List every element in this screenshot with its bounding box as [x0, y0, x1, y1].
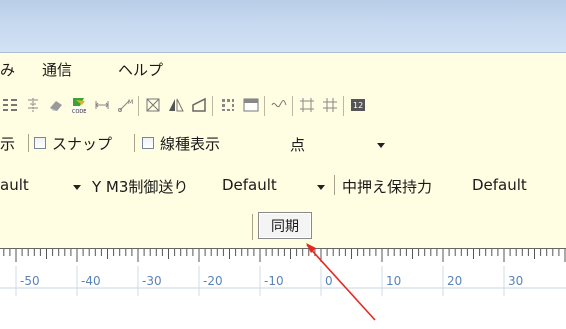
title-bar	[0, 0, 566, 53]
menu-bar: み 通信 ヘルプ	[0, 53, 566, 89]
align-icon[interactable]	[24, 96, 42, 114]
toolbar-separator	[343, 96, 344, 116]
menu-item-communication[interactable]: 通信	[42, 59, 72, 80]
barcode-icon[interactable]: CODE	[70, 96, 88, 114]
menu-item-view[interactable]: み	[0, 59, 15, 80]
separator	[134, 134, 135, 152]
y-m3-feed-value[interactable]: Default	[222, 176, 277, 194]
table-icon[interactable]	[242, 96, 260, 114]
x-param-value[interactable]: ault	[0, 176, 29, 194]
svg-text:12: 12	[353, 101, 363, 110]
svg-text:CODE: CODE	[72, 109, 86, 114]
sync-button[interactable]: 同期	[258, 212, 312, 239]
separator	[252, 214, 253, 240]
toolbar-separator	[212, 96, 213, 116]
ruler-tick-label: -50	[20, 274, 40, 288]
sort-icon[interactable]	[1, 96, 19, 114]
separator	[28, 134, 29, 152]
ruler-tick-label: 0	[325, 274, 333, 288]
linetype-label: 線種表示	[160, 135, 221, 153]
ruler-tick-label: -10	[264, 274, 284, 288]
x-param-chevron-down-icon[interactable]	[73, 185, 81, 190]
y-m3-feed-label: Y M3制御送り	[92, 178, 189, 196]
shape-icon[interactable]	[190, 96, 208, 114]
toolbar-separator	[264, 96, 265, 116]
ruler-tick-label: 20	[447, 274, 462, 288]
hold-force-label: 中押え保持力	[342, 178, 433, 196]
hold-force-value[interactable]: Default	[472, 176, 527, 194]
separator	[334, 175, 335, 195]
eraser-icon[interactable]	[47, 96, 65, 114]
point-select-chevron-down-icon[interactable]	[377, 143, 385, 148]
parameter-bar: ault Y M3制御送り Default 中押え保持力 Default	[0, 162, 566, 208]
toolbar-separator	[138, 96, 139, 116]
snap-grid-icon[interactable]	[298, 96, 316, 114]
mirror-icon[interactable]	[167, 96, 185, 114]
y-m3-feed-chevron-down-icon[interactable]	[317, 185, 325, 190]
wave-icon[interactable]	[270, 96, 288, 114]
coordinate-icon[interactable]: M	[116, 96, 134, 114]
menu-item-help[interactable]: ヘルプ	[118, 59, 163, 80]
svg-text:M: M	[128, 99, 133, 106]
grid-icon[interactable]	[219, 96, 237, 114]
ruler-tick-label: -30	[142, 274, 162, 288]
point-select-value[interactable]: 点	[290, 134, 305, 155]
dimension-icon[interactable]	[93, 96, 111, 114]
number-icon[interactable]: 12	[349, 96, 367, 114]
ruler-scale: -50 -40 -30 -20 -10 0 10 20 30	[0, 248, 566, 296]
linetype-checkbox[interactable]	[142, 137, 154, 149]
box-icon[interactable]	[144, 96, 162, 114]
snap-grid2-icon[interactable]	[321, 96, 339, 114]
toolbar: CODE M 12	[0, 89, 566, 124]
ruler-tick-label: 10	[386, 274, 401, 288]
ruler: -50 -40 -30 -20 -10 0 10 20 30	[0, 248, 566, 329]
ruler-tick-label: 30	[508, 274, 523, 288]
snap-label: スナップ	[52, 135, 113, 153]
ruler-tick-label: -20	[203, 274, 223, 288]
view-options-prefix: 示	[0, 135, 16, 153]
snap-checkbox[interactable]	[34, 137, 46, 149]
ruler-tick-label: -40	[81, 274, 101, 288]
toolbar-separator	[292, 96, 293, 116]
view-options-bar: 示 スナップ 線種表示 点	[0, 124, 566, 162]
